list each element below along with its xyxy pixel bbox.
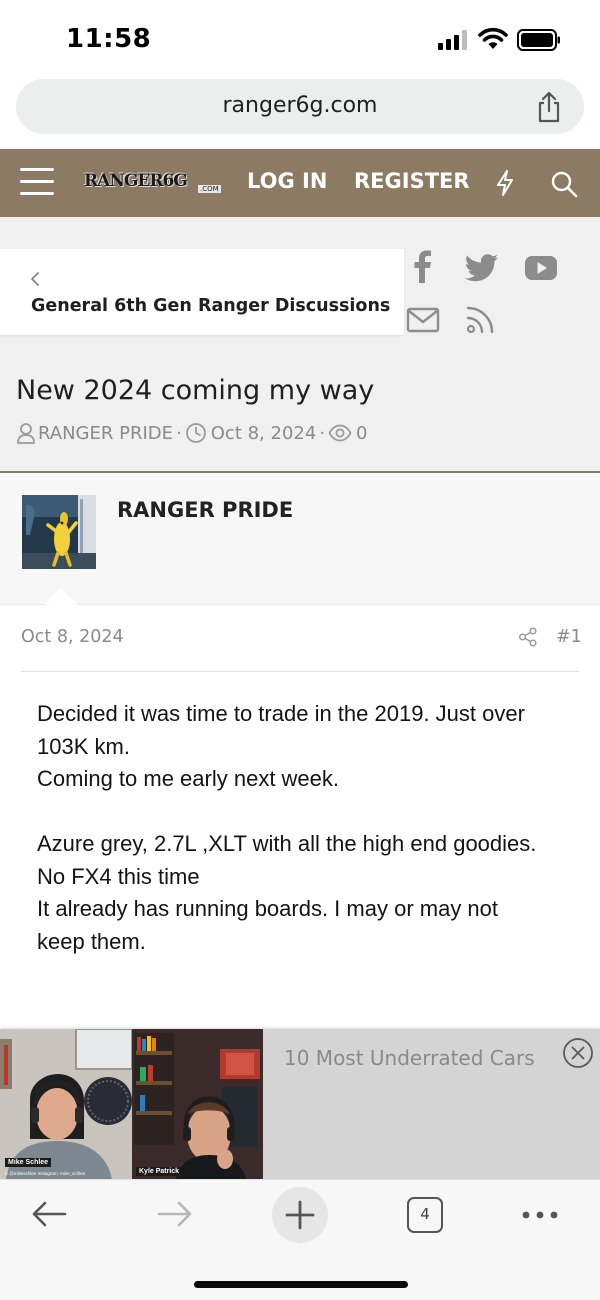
post-username[interactable]: RANGER PRIDE [117,498,293,522]
post-body-line: Coming to me early next week. [37,766,340,791]
site-logo[interactable]: RANGER6G .COM [84,169,224,197]
more-options-icon[interactable] [521,1210,559,1220]
post-pointer [44,588,78,605]
rss-icon[interactable] [464,302,500,336]
user-icon [17,423,35,444]
twitter-icon[interactable] [464,251,500,285]
post-body-line: keep them. [37,928,146,954]
eye-icon [328,424,352,442]
search-icon[interactable] [550,170,578,198]
thread-meta: RANGER PRIDE · Oct 8, 2024 · 0 [16,421,368,445]
share-icon[interactable] [534,91,564,123]
plus-icon [285,1200,315,1230]
speaker-name-label: Kyle Patrick [136,1167,183,1176]
facebook-icon[interactable] [405,250,441,284]
site-header: RANGER6G .COM LOG IN REGISTER [0,149,600,217]
post-body-line: Decided it was time to trade in the 2019… [37,701,525,726]
post-body-line: No FX4 this time [37,863,200,889]
thread-author-link[interactable]: RANGER PRIDE [38,423,173,444]
cellular-signal-icon [438,30,467,50]
post-body-line: 103K km. [37,733,130,759]
forward-arrow-icon[interactable] [156,1199,194,1229]
browser-toolbar: 4 [0,1179,600,1300]
post-body-line: Azure grey, 2.7L ,XLT with all the high … [37,831,537,856]
thread-date[interactable]: Oct 8, 2024 [211,423,317,444]
share-nodes-icon[interactable] [518,627,538,647]
video-ad-overlay[interactable]: Mike Schlee X @mikeschlee Instagram: mik… [0,1029,600,1179]
post-date[interactable]: Oct 8, 2024 [21,627,124,647]
ad-video-player[interactable]: Mike Schlee X @mikeschlee Instagram: mik… [0,1029,263,1179]
login-link[interactable]: LOG IN [247,169,327,193]
speaker-name-label: Mike Schlee [5,1158,52,1167]
breadcrumb-forum-link[interactable]: General 6th Gen Ranger Discussions [31,296,390,316]
post-body: Decided it was time to trade in the 2019… [37,698,577,958]
register-link[interactable]: REGISTER [354,169,470,193]
close-icon[interactable] [562,1037,594,1069]
wifi-icon [478,27,508,49]
post-body-line: It already has running boards. I may or … [37,896,499,921]
home-indicator[interactable] [194,1281,408,1288]
status-time: 11:58 [66,24,152,54]
address-bar[interactable]: ranger6g.com [16,79,584,134]
back-arrow-icon[interactable] [30,1199,68,1229]
clock-icon [185,423,206,443]
status-bar: 11:58 [0,0,600,76]
youtube-icon[interactable] [523,251,559,285]
divider [21,671,579,672]
battery-icon [517,29,560,51]
thread-title: New 2024 coming my way [16,375,375,406]
view-count: 0 [356,422,368,444]
new-tab-button[interactable] [272,1187,328,1243]
lightning-bolt-icon[interactable] [494,169,516,197]
url-text: ranger6g.com [222,93,378,118]
tabs-button[interactable]: 4 [407,1197,443,1233]
speaker-caption: X @mikeschlee Instagram: mike_schlee [5,1171,86,1176]
post-permalink[interactable]: #1 [556,627,582,647]
ad-title[interactable]: 10 Most Underrated Cars [284,1041,544,1075]
breadcrumb[interactable] [0,249,404,335]
avatar[interactable] [22,495,96,569]
chevron-left-icon[interactable] [28,270,42,288]
post-body-blank-line [37,796,577,829]
hamburger-menu-button[interactable] [20,168,54,198]
email-icon[interactable] [405,304,441,338]
